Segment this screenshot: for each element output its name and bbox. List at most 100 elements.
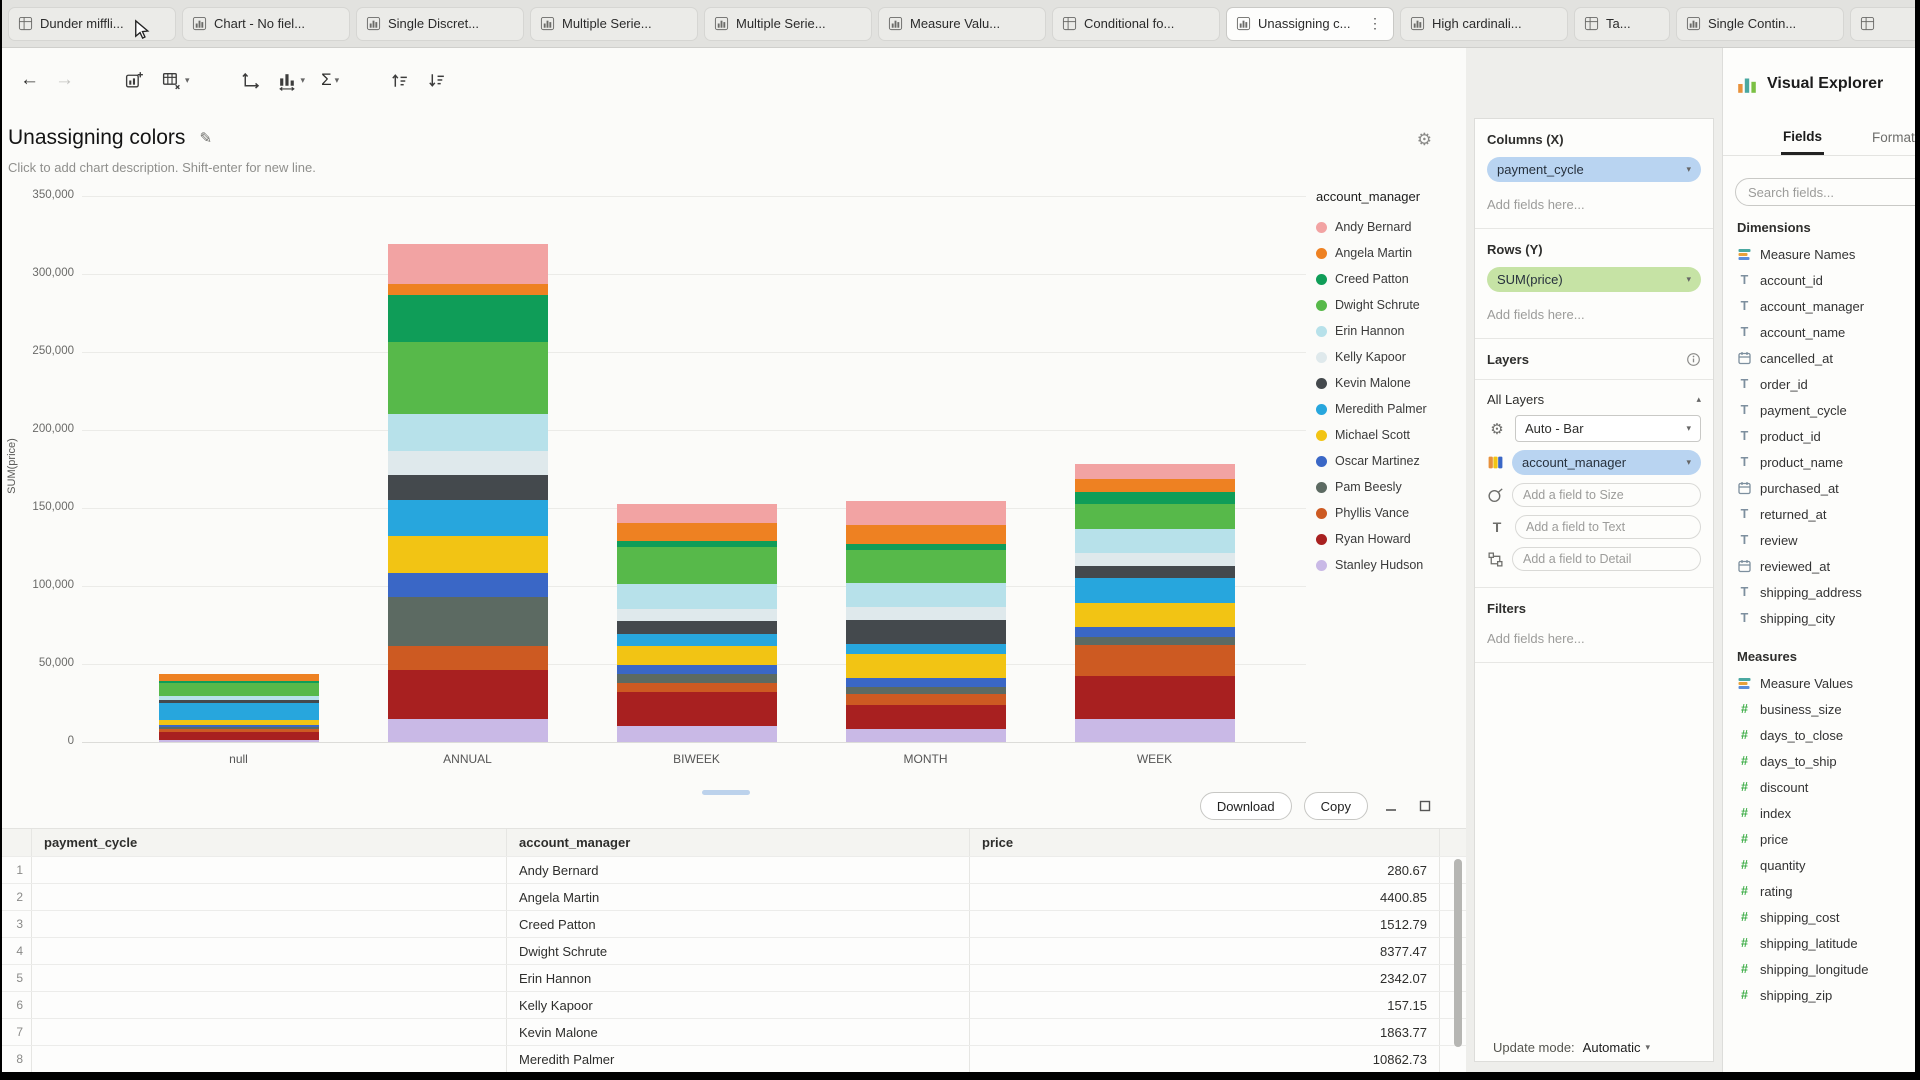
field-product-id[interactable]: Tproduct_id (1737, 423, 1915, 449)
bar-month[interactable] (846, 501, 1006, 742)
field-measure-values[interactable]: Measure Values (1737, 670, 1915, 696)
column-header-price[interactable]: price (970, 829, 1440, 856)
field-reviewed-at[interactable]: reviewed_at (1737, 553, 1915, 579)
field-price[interactable]: #price (1737, 826, 1915, 852)
table-row[interactable]: 8Meredith Palmer10862.73 (2, 1046, 1466, 1072)
field-account-name[interactable]: Taccount_name (1737, 319, 1915, 345)
legend-item-andy-bernard[interactable]: Andy Bernard (1316, 214, 1462, 240)
bar-segment[interactable] (1075, 627, 1235, 636)
bar-segment[interactable] (846, 525, 1006, 543)
swap-axes-button[interactable] (232, 64, 269, 97)
bar-segment[interactable] (617, 504, 777, 523)
bar-segment[interactable] (1075, 464, 1235, 480)
table-row[interactable]: 2Angela Martin4400.85 (2, 884, 1466, 911)
update-mode-select[interactable]: Automatic▾ (1583, 1040, 1650, 1055)
columns-drop-target[interactable]: Add fields here... (1487, 197, 1701, 212)
field-returned-at[interactable]: Treturned_at (1737, 501, 1915, 527)
bar-segment[interactable] (388, 342, 548, 414)
field-purchased-at[interactable]: purchased_at (1737, 475, 1915, 501)
bar-segment[interactable] (1075, 479, 1235, 491)
bar-segment[interactable] (846, 687, 1006, 694)
field-order-id[interactable]: Torder_id (1737, 371, 1915, 397)
bar-segment[interactable] (617, 692, 777, 726)
table-row[interactable]: 5Erin Hannon2342.07 (2, 965, 1466, 992)
table-row[interactable]: 6Kelly Kapoor157.15 (2, 992, 1466, 1019)
bar-segment[interactable] (846, 583, 1006, 607)
tab-conditional-fo[interactable]: Conditional fo... (1052, 7, 1220, 41)
bar-segment[interactable] (617, 634, 777, 646)
field-measure-names[interactable]: Measure Names (1737, 241, 1915, 267)
bar-segment[interactable] (846, 607, 1006, 619)
bar-segment[interactable] (1075, 492, 1235, 504)
legend-item-creed-patton[interactable]: Creed Patton (1316, 266, 1462, 292)
color-field-pill[interactable]: account_manager ▾ (1512, 450, 1701, 475)
bar-segment[interactable] (846, 694, 1006, 705)
field-shipping-cost[interactable]: #shipping_cost (1737, 904, 1915, 930)
field-shipping-longitude[interactable]: #shipping_longitude (1737, 956, 1915, 982)
bar-segment[interactable] (159, 732, 319, 739)
field-shipping-address[interactable]: Tshipping_address (1737, 579, 1915, 605)
tab-multiple-serie[interactable]: Multiple Serie... (530, 7, 698, 41)
download-button[interactable]: Download (1200, 792, 1292, 820)
tab-chart-no-fiel[interactable]: Chart - No fiel... (182, 7, 350, 41)
maximize-button[interactable] (1414, 795, 1436, 817)
search-fields-input[interactable] (1735, 178, 1915, 206)
bar-segment[interactable] (388, 414, 548, 451)
bar-segment[interactable] (159, 674, 319, 681)
legend-item-kelly-kapoor[interactable]: Kelly Kapoor (1316, 344, 1462, 370)
bar-segment[interactable] (617, 547, 777, 584)
back-button[interactable]: ← (12, 63, 47, 97)
bar-segment[interactable] (1075, 504, 1235, 528)
bar-segment[interactable] (617, 665, 777, 674)
bar-segment[interactable] (1075, 578, 1235, 602)
bar-segment[interactable] (1075, 645, 1235, 676)
field-days-to-ship[interactable]: #days_to_ship (1737, 748, 1915, 774)
bar-segment[interactable] (1075, 529, 1235, 553)
table-scrollbar-thumb[interactable] (1454, 859, 1462, 1047)
add-chart-button[interactable] (116, 64, 153, 97)
detail-drop-target[interactable]: Add a field to Detail (1512, 547, 1701, 571)
tab-fields[interactable]: Fields (1781, 120, 1824, 155)
legend-item-pam-beesly[interactable]: Pam Beesly (1316, 474, 1462, 500)
bar-segment[interactable] (388, 573, 548, 597)
field-quantity[interactable]: #quantity (1737, 852, 1915, 878)
bar-segment[interactable] (1075, 566, 1235, 578)
bar-segment[interactable] (846, 620, 1006, 644)
minimize-button[interactable] (1380, 795, 1402, 817)
columns-field-pill[interactable]: payment_cycle ▾ (1487, 157, 1701, 182)
field-shipping-zip[interactable]: #shipping_zip (1737, 982, 1915, 1008)
rows-drop-target[interactable]: Add fields here... (1487, 307, 1701, 322)
field-shipping-latitude[interactable]: #shipping_latitude (1737, 930, 1915, 956)
tab-unassigning-c[interactable]: Unassigning c...⋮ (1226, 7, 1394, 41)
edit-title-icon[interactable]: ✎ (199, 129, 212, 147)
bar-segment[interactable] (846, 729, 1006, 741)
sort-ascending-button[interactable] (381, 64, 418, 97)
tab-single-contin[interactable]: Single Contin... (1676, 7, 1844, 41)
bar-segment[interactable] (388, 284, 548, 295)
bar-segment[interactable] (159, 683, 319, 696)
mark-type-select[interactable]: Auto - Bar ▾ (1515, 415, 1701, 442)
tab-ta[interactable]: Ta... (1574, 7, 1670, 41)
field-account-manager[interactable]: Taccount_manager (1737, 293, 1915, 319)
text-shelf-icon[interactable]: T (1487, 519, 1507, 535)
bar-segment[interactable] (617, 584, 777, 608)
table-row[interactable]: 3Creed Patton1512.79 (2, 911, 1466, 938)
forward-button[interactable]: → (47, 63, 82, 97)
kebab-menu-icon[interactable]: ⋮ (1366, 15, 1384, 32)
bar-segment[interactable] (617, 523, 777, 542)
size-drop-target[interactable]: Add a field to Size (1512, 483, 1701, 507)
bar-segment[interactable] (846, 501, 1006, 525)
bar-segment[interactable] (388, 475, 548, 499)
field-shipping-city[interactable]: Tshipping_city (1737, 605, 1915, 631)
aggregate-button[interactable]: Σ▾ (313, 64, 347, 96)
field-days-to-close[interactable]: #days_to_close (1737, 722, 1915, 748)
text-drop-target[interactable]: Add a field to Text (1515, 515, 1701, 539)
bar-segment[interactable] (388, 670, 548, 718)
bar-segment[interactable] (1075, 603, 1235, 627)
legend-item-dwight-schrute[interactable]: Dwight Schrute (1316, 292, 1462, 318)
field-review[interactable]: Treview (1737, 527, 1915, 553)
bar-segment[interactable] (159, 703, 319, 720)
legend-item-michael-scott[interactable]: Michael Scott (1316, 422, 1462, 448)
table-row[interactable]: 4Dwight Schrute8377.47 (2, 938, 1466, 965)
legend-item-kevin-malone[interactable]: Kevin Malone (1316, 370, 1462, 396)
